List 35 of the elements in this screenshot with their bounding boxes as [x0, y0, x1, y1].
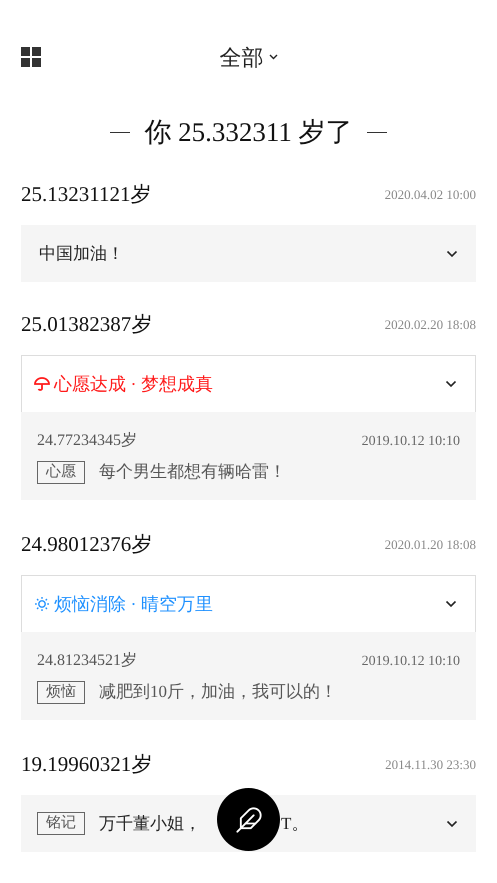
memory-text: 减肥到10斤，加油，我可以的！	[99, 681, 337, 704]
tag-label: 心愿	[37, 460, 85, 484]
status-text: 心愿达成 · 梦想成真	[54, 372, 213, 396]
entry-date: 2020.01.20 18:08	[384, 536, 476, 554]
chevron-down-icon[interactable]	[446, 250, 458, 258]
memory-age: 24.77234345岁	[37, 431, 137, 451]
memory-text: 每个男生都想有辆哈雷！	[99, 461, 286, 484]
entry-date: 2014.11.30 23:30	[385, 756, 476, 774]
status-text: 烦恼消除 · 晴空万里	[54, 592, 213, 616]
tag-label: 铭记	[37, 812, 85, 835]
caret-icon	[268, 54, 278, 60]
entry-text: 中国加油！	[39, 242, 124, 265]
entry-age: 25.01382387岁	[21, 311, 152, 338]
entry-date: 2020.04.02 10:00	[384, 186, 476, 204]
entry-date: 2020.02.20 18:08	[384, 316, 476, 334]
entry-age: 19.19960321岁	[21, 751, 152, 778]
entry-text: T。	[281, 812, 308, 835]
tag-label: 烦恼	[37, 680, 85, 704]
memory-date: 2019.10.12 10:10	[362, 652, 460, 670]
sun-icon	[34, 596, 50, 612]
umbrella-icon	[34, 376, 50, 392]
entry-age: 25.13231121岁	[21, 181, 152, 208]
memory-age: 24.81234521岁	[37, 651, 137, 671]
entry-text: 万千董小姐，	[99, 812, 201, 835]
entry-card[interactable]: 中国加油！	[21, 225, 476, 282]
chevron-down-icon[interactable]	[445, 600, 457, 608]
chevron-down-icon[interactable]	[446, 820, 458, 828]
status-header[interactable]: 心愿达成 · 梦想成真	[21, 355, 476, 412]
entry-age: 24.98012376岁	[21, 531, 152, 558]
chevron-down-icon[interactable]	[445, 380, 457, 388]
feather-icon	[234, 806, 262, 834]
age-summary: 你 25.332311 岁了	[144, 116, 353, 150]
grid-icon[interactable]	[21, 47, 41, 67]
memory-date: 2019.10.12 10:10	[362, 432, 460, 450]
category-dropdown[interactable]: 全部	[220, 40, 278, 74]
